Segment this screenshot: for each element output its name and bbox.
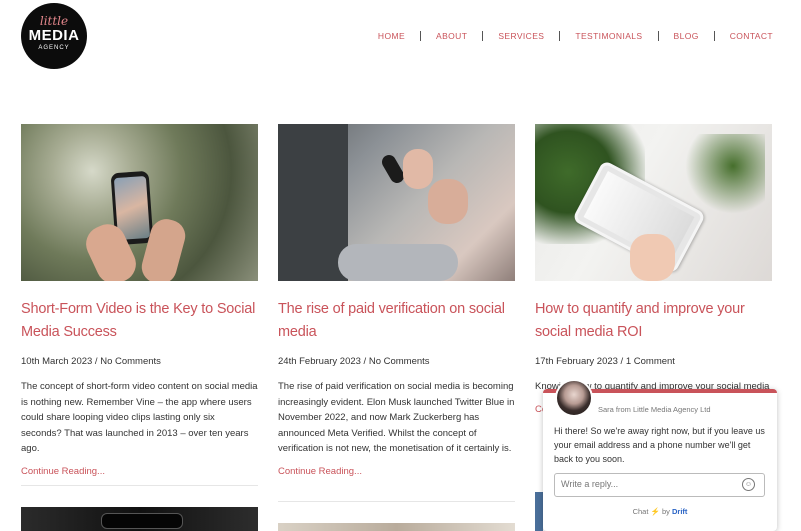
logo-text-media: MEDIA — [28, 27, 80, 44]
post-excerpt: The rise of paid verification on social … — [278, 381, 515, 454]
post-date: 17th February 2023 — [535, 356, 618, 367]
post-comments[interactable]: No Comments — [369, 356, 430, 367]
post-meta: 10th March 2023 / No Comments — [21, 356, 161, 367]
nav-home[interactable]: HOME — [378, 31, 405, 41]
nav-separator — [482, 31, 484, 41]
nav-separator — [657, 31, 659, 41]
post-title[interactable]: Short-Form Video is the Key to Social Me… — [21, 298, 258, 344]
logo-text-little: little — [39, 14, 69, 28]
post-excerpt: The concept of short-form video content … — [21, 381, 258, 454]
card-divider — [278, 501, 515, 502]
chat-sender: Sara from Little Media Agency Ltd — [598, 405, 711, 414]
post-comments[interactable]: 1 Comment — [626, 356, 675, 367]
lightning-icon: ⚡ — [650, 507, 660, 516]
main-nav: HOME ABOUT SERVICES TESTIMONIALS BLOG CO… — [378, 31, 773, 41]
chat-widget[interactable]: Sara from Little Media Agency Ltd Hi the… — [543, 379, 777, 531]
nav-services[interactable]: SERVICES — [498, 31, 544, 41]
nav-about[interactable]: ABOUT — [436, 31, 467, 41]
continue-reading-link[interactable]: Continue Reading... — [278, 466, 515, 477]
continue-reading-link[interactable]: Continue Reading... — [21, 466, 258, 477]
post-comments[interactable]: No Comments — [100, 356, 161, 367]
nav-blog[interactable]: BLOG — [674, 31, 699, 41]
nav-contact[interactable]: CONTACT — [730, 31, 773, 41]
post-meta: 17th February 2023 / 1 Comment — [535, 356, 675, 367]
chat-message: Hi there! So we're away right now, but i… — [554, 426, 765, 464]
blog-card: Short-Form Video is the Key to Social Me… — [21, 124, 258, 477]
agent-avatar — [555, 379, 593, 417]
card-divider — [21, 485, 258, 486]
post-image[interactable] — [278, 523, 515, 531]
post-date: 10th March 2023 — [21, 356, 93, 367]
post-date: 24th February 2023 — [278, 356, 361, 367]
post-image[interactable] — [535, 492, 543, 531]
nav-testimonials[interactable]: TESTIMONIALS — [575, 31, 642, 41]
blog-card: How to quantify and improve your social … — [535, 124, 772, 415]
logo-text-agency: AGENCY — [38, 45, 70, 51]
post-image[interactable] — [535, 124, 772, 281]
post-image[interactable] — [21, 507, 258, 531]
post-image[interactable] — [278, 124, 515, 281]
drift-brand-link[interactable]: Drift — [672, 507, 687, 516]
nav-separator — [420, 31, 422, 41]
post-title[interactable]: The rise of paid verification on social … — [278, 298, 515, 344]
nav-separator — [559, 31, 561, 41]
post-meta: 24th February 2023 / No Comments — [278, 356, 430, 367]
chat-footer-by: by — [661, 507, 670, 516]
chat-reply-input[interactable] — [555, 474, 731, 494]
blog-card: The rise of paid verification on social … — [278, 124, 515, 477]
emoji-icon[interactable]: ☺ — [742, 478, 755, 491]
chat-reply-box[interactable]: ☺ — [554, 473, 765, 497]
site-logo[interactable]: little MEDIA AGENCY — [21, 3, 87, 69]
chat-footer-chat: Chat — [632, 507, 649, 516]
chat-footer: Chat ⚡ by Drift — [543, 507, 777, 516]
nav-separator — [713, 31, 715, 41]
post-image[interactable] — [21, 124, 258, 281]
post-title[interactable]: How to quantify and improve your social … — [535, 298, 772, 344]
